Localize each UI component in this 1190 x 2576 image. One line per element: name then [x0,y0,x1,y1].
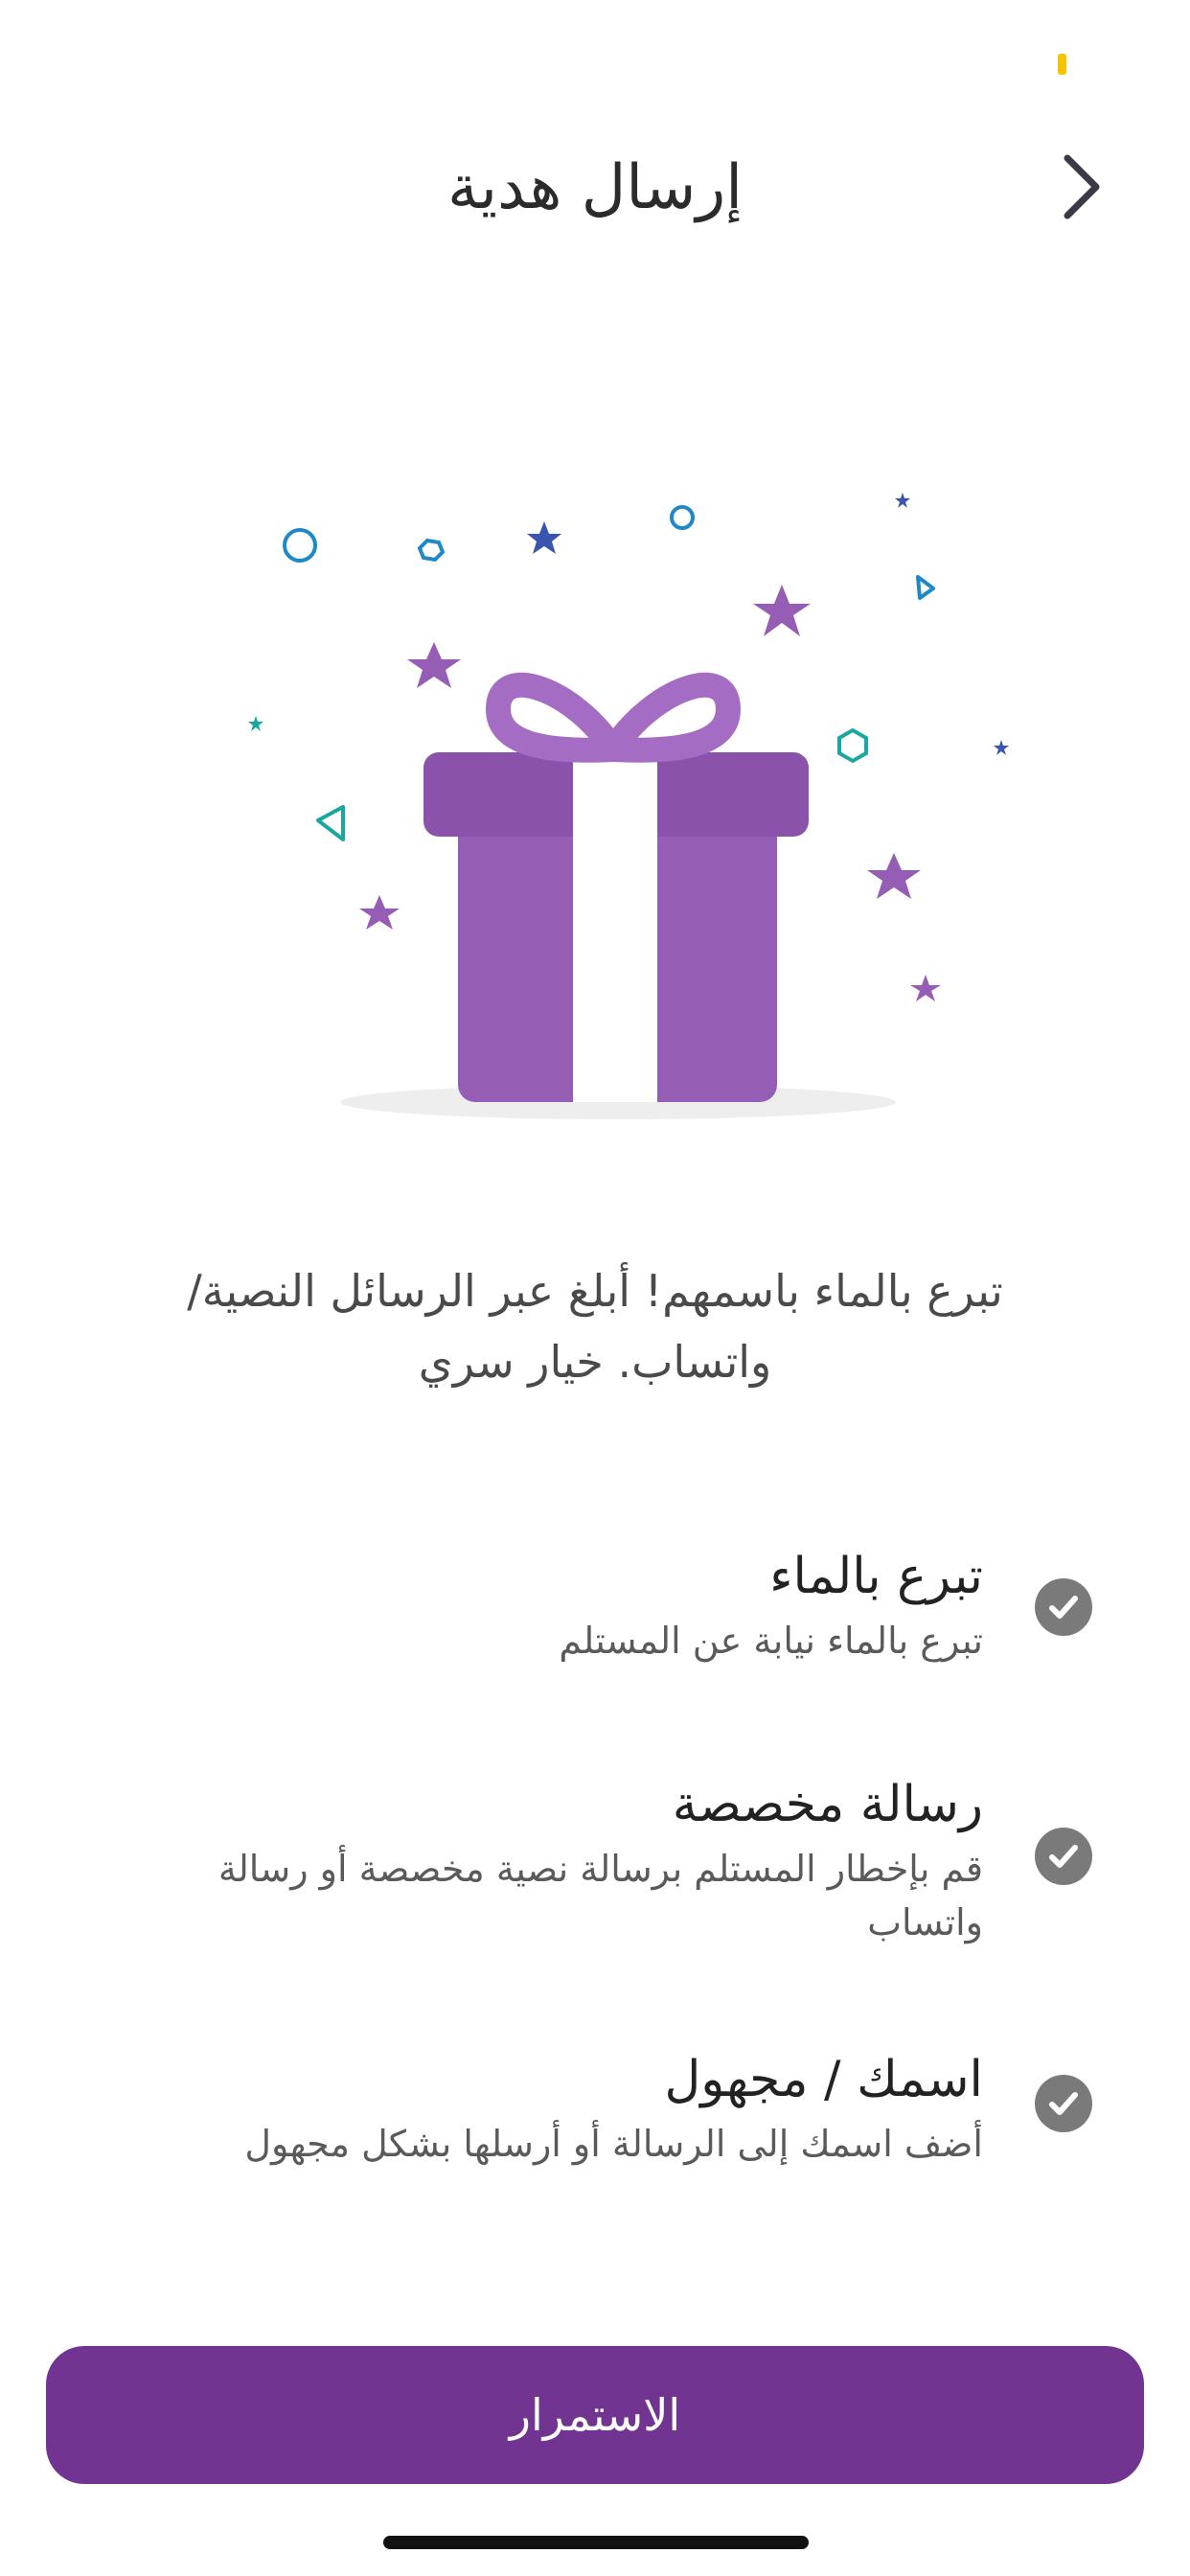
check-circle-icon [1035,1578,1092,1636]
feature-description: تبرع بالماء نيابة عن المستلم [559,1620,983,1662]
feature-item-donate-water: تبرع بالماء تبرع بالماء نيابة عن المستلم [178,1543,983,1668]
feature-description: أضف اسمك إلى الرسالة أو أرسلها بشكل مجهو… [244,2123,983,2165]
feature-description: قم بإخطار المستلم برسالة نصية مخصصة أو ر… [217,1848,983,1944]
home-indicator [383,2536,809,2549]
gift-illustration [211,450,1054,1140]
feature-item-custom-message: رسالة مخصصة قم بإخطار المستلم برسالة نصي… [178,1771,983,1949]
gift-description: تبرع بالماء باسمهم! أبلغ عبر الرسائل الن… [187,1265,1003,1388]
check-circle-icon [1035,2075,1092,2132]
header: إرسال هدية [0,125,1190,249]
feature-title: اسمك / مجهول [664,2051,983,2108]
page-title: إرسال هدية [446,152,744,223]
gift-box-icon [248,493,1009,1119]
continue-button[interactable]: الاستمرار [46,2346,1144,2484]
feature-title: تبرع بالماء [769,1548,983,1605]
chevron-right-icon [1064,154,1100,219]
status-indicator [1058,54,1066,75]
check-circle-icon [1035,1828,1092,1885]
back-button[interactable] [1044,144,1121,230]
feature-title: رسالة مخصصة [672,1776,983,1833]
feature-item-name-anonymous: اسمك / مجهول أضف اسمك إلى الرسالة أو أرس… [178,2046,983,2171]
